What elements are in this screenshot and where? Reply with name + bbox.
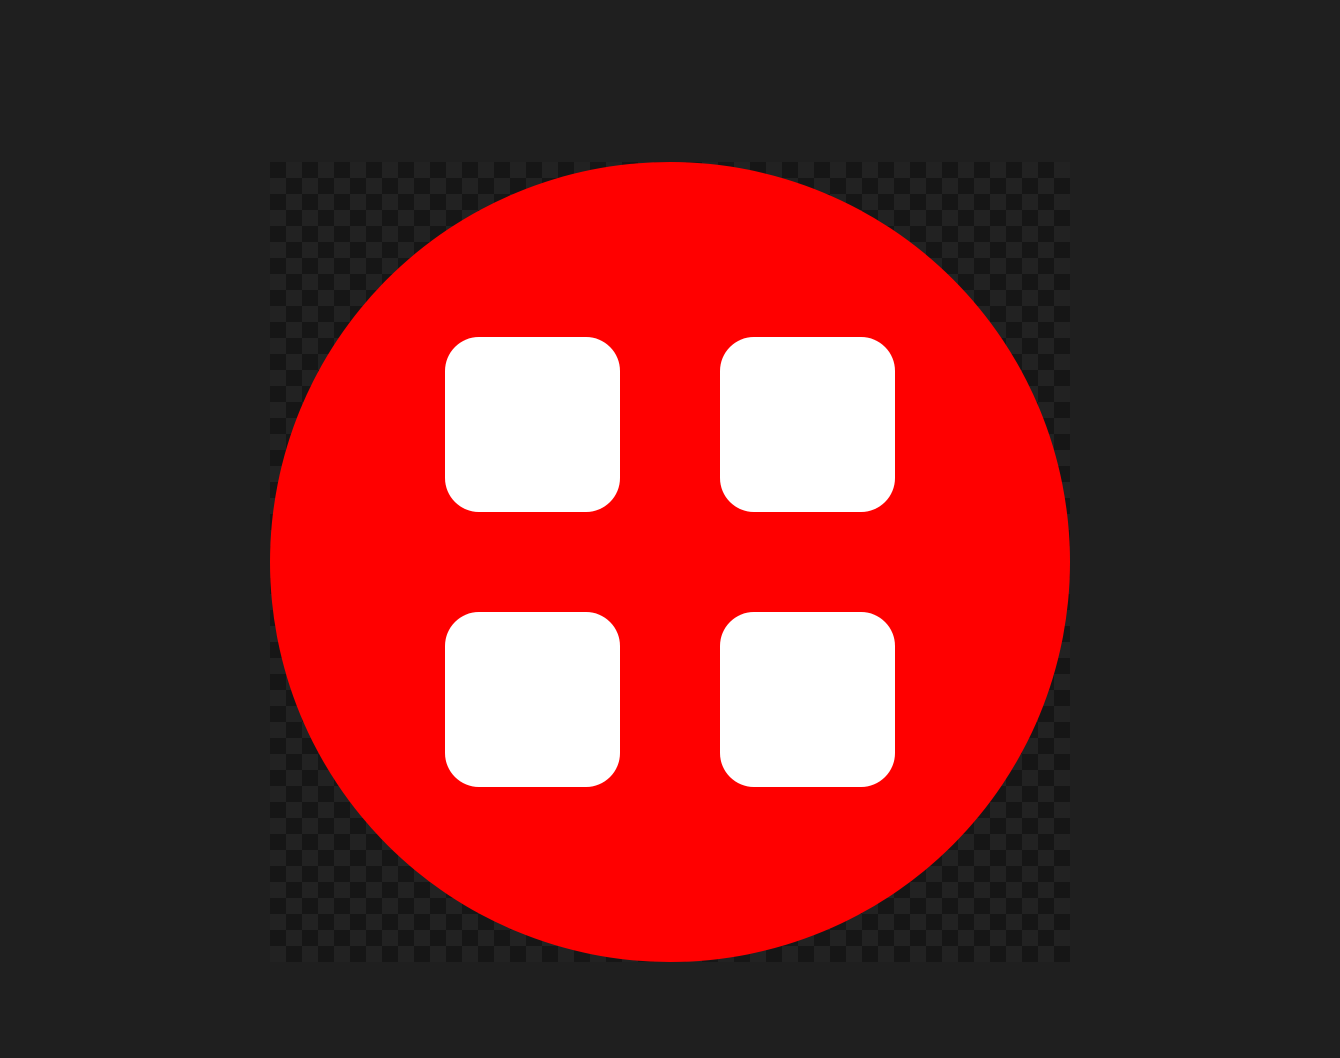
grid-tile-top-left — [445, 337, 620, 512]
apps-grid-circle-icon — [270, 162, 1070, 962]
image-viewer — [0, 0, 1340, 1058]
grid-tile-bottom-right — [720, 612, 895, 787]
grid-tile-bottom-left — [445, 612, 620, 787]
grid-tile-top-right — [720, 337, 895, 512]
red-circle-background — [270, 162, 1070, 962]
transparency-checkerboard — [270, 162, 1070, 962]
